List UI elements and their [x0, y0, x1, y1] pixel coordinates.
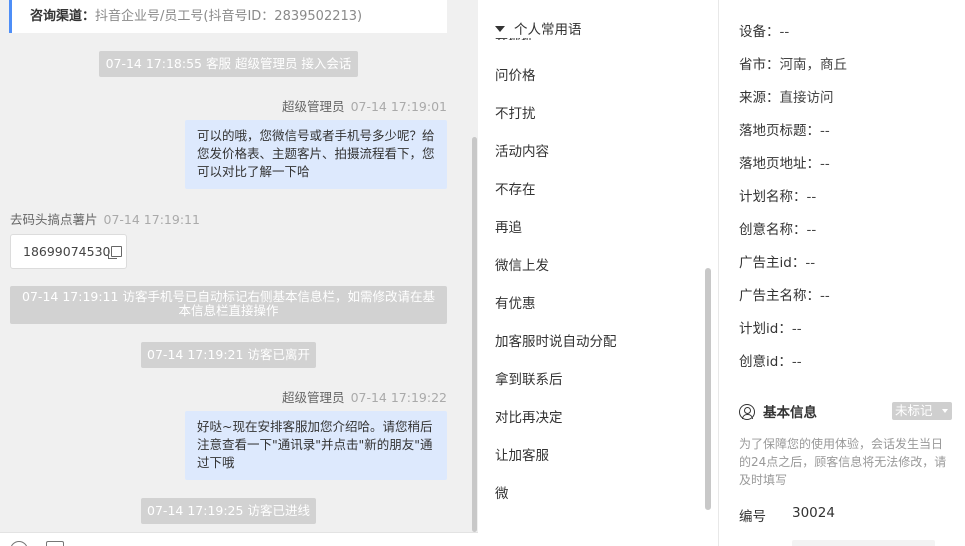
section-label: 基本信息: [763, 405, 817, 421]
info-value: --: [791, 354, 802, 370]
sender-name: 超级管理员: [282, 99, 345, 114]
message-time: 07-14 17:19:22: [350, 390, 447, 405]
info-value: --: [820, 123, 830, 139]
system-message: 07-14 17:19:25 访客已进线: [141, 498, 316, 524]
user-circle-icon: [739, 404, 755, 420]
info-row-device: 设备：--: [739, 20, 789, 40]
info-row-plan-id: 计划id：--: [739, 317, 802, 337]
phrase-item[interactable]: 问价格: [495, 64, 536, 84]
phrase-item[interactable]: 对比再决定: [495, 406, 563, 426]
phrase-item[interactable]: 不打扰: [495, 102, 536, 122]
chevron-down-icon: [942, 409, 948, 413]
info-row-region: 省市：河南，商丘: [739, 53, 847, 73]
system-message: 07-14 17:19:11 访客手机号已自动标记右侧基本信息栏，如需修改请在基…: [10, 286, 447, 324]
phrases-scrollbar[interactable]: [705, 268, 711, 510]
info-label: 创意名称：: [739, 222, 807, 238]
info-label: 来源：: [739, 90, 780, 106]
info-value: --: [791, 321, 802, 337]
phrase-item[interactable]: 让加客服: [495, 444, 549, 464]
info-label: 创意id：: [739, 354, 792, 370]
sender-name: 去码头搞点薯片: [10, 212, 98, 227]
phrase-group-header[interactable]: 个人常用语: [495, 18, 586, 38]
info-row-source: 来源：直接访问: [739, 86, 834, 106]
edit-notice: 为了保障您的使用体验，会话发生当日的24点之后，顾客信息将无法修改，请及时填写: [739, 437, 947, 487]
id-label: 编号: [739, 509, 766, 525]
info-row-creative-id: 创意id：--: [739, 350, 802, 370]
info-label: 省市：: [739, 57, 780, 73]
tag-select-value: 未标记: [895, 403, 933, 418]
system-message: 07-14 17:19:21 访客已离开: [141, 342, 316, 368]
system-message: 07-14 17:18:55 客服 超级管理员 接入会话: [99, 51, 358, 77]
info-value: --: [806, 222, 817, 238]
info-label: 计划id：: [739, 321, 792, 337]
info-value: --: [820, 288, 830, 304]
info-value: 河南，商丘: [779, 57, 848, 73]
next-field-input[interactable]: [792, 540, 935, 546]
message-time: 07-14 17:19:11: [103, 212, 200, 227]
phrase-item[interactable]: 活动内容: [495, 140, 549, 160]
id-value: 30024: [792, 505, 835, 521]
info-label: 计划名称：: [739, 189, 807, 205]
info-row-plan-name: 计划名称：--: [739, 185, 816, 205]
copy-icon[interactable]: [108, 246, 123, 259]
info-row-advertiser-name: 广告主名称：--: [739, 284, 830, 304]
caret-down-icon: [495, 26, 505, 32]
phrases-pane: 要地址 个人常用语 问价格 不打扰 活动内容 不存在 再追 微信上发 有优惠 加…: [478, 0, 718, 533]
phone-number: 18699074530: [23, 244, 111, 259]
info-row-creative-name: 创意名称：--: [739, 218, 816, 238]
phrase-item[interactable]: 微信上发: [495, 254, 549, 274]
agent-message-bubble: 可以的哦，您微信号或者手机号多少呢？给您发价格表、主题客片、拍摄流程看下，您可以…: [185, 120, 447, 189]
image-icon[interactable]: [46, 541, 64, 546]
sender-name: 超级管理员: [282, 390, 345, 405]
message-meta: 去码头搞点薯片 07-14 17:19:11: [10, 209, 200, 228]
info-label: 设备：: [739, 24, 780, 40]
channel-label: 咨询渠道：: [30, 9, 96, 24]
phrase-item[interactable]: 微: [495, 482, 509, 502]
message-time: 07-14 17:19:01: [350, 99, 447, 114]
channel-value: 抖音企业号/员工号(抖音号ID：2839502213): [95, 9, 363, 24]
phrase-item[interactable]: 再追: [495, 216, 522, 236]
phrase-group-label: 个人常用语: [514, 22, 582, 38]
basic-info-title: 基本信息: [739, 401, 817, 421]
info-label: 落地页地址：: [739, 156, 820, 172]
info-value: --: [779, 24, 790, 40]
info-value: 直接访问: [779, 90, 834, 106]
info-label: 广告主名称：: [739, 288, 820, 304]
info-label: 广告主id：: [739, 255, 806, 271]
phrase-item[interactable]: 拿到联系后: [495, 368, 563, 388]
phrase-item[interactable]: 不存在: [495, 178, 536, 198]
chat-scrollbar[interactable]: [472, 137, 477, 532]
channel-info: 咨询渠道：抖音企业号/员工号(抖音号ID：2839502213): [9, 0, 447, 33]
info-row-landing-title: 落地页标题：--: [739, 119, 830, 139]
info-row-advertiser-id: 广告主id：--: [739, 251, 815, 271]
message-meta: 超级管理员 07-14 17:19:01: [282, 96, 447, 115]
agent-message-bubble: 好哒~现在安排客服加您介绍哈。请您稍后注意查看一下"通讯录"并点击"新的朋友"通…: [185, 411, 447, 480]
info-label: 落地页标题：: [739, 123, 820, 139]
composer-toolbar: [0, 532, 718, 546]
phrase-item[interactable]: 有优惠: [495, 292, 536, 312]
phrase-item[interactable]: 加客服时说自动分配: [495, 330, 617, 350]
info-row-landing-url: 落地页地址：--: [739, 152, 830, 172]
info-value: --: [806, 189, 817, 205]
chat-pane: 咨询渠道：抖音企业号/员工号(抖音号ID：2839502213) 07-14 1…: [0, 0, 478, 546]
visitor-message-bubble: 18699074530: [10, 234, 127, 269]
tag-select[interactable]: 未标记: [892, 402, 952, 420]
visitor-info-pane: 设备：-- 省市：河南，商丘 来源：直接访问 落地页标题：-- 落地页地址：--…: [719, 0, 965, 546]
info-value: --: [805, 255, 816, 271]
message-meta: 超级管理员 07-14 17:19:22: [282, 387, 447, 406]
info-value: --: [820, 156, 830, 172]
